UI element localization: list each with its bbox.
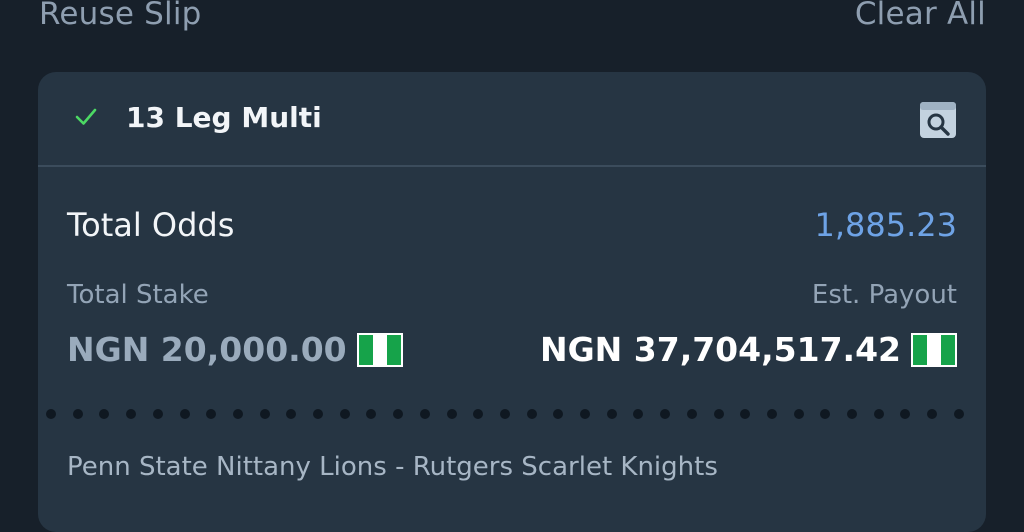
divider-dot (766, 409, 777, 419)
total-odds-label: Total Odds (67, 206, 235, 244)
check-icon (75, 108, 97, 125)
divider-dot (526, 409, 537, 419)
dotted-divider (38, 406, 986, 420)
divider-dot (633, 409, 644, 419)
divider-dot (313, 409, 323, 419)
est-payout-amount: NGN 37,704,517.42 (540, 330, 957, 369)
divider-dot (339, 409, 350, 419)
slip-header: 13 Leg Multi (38, 72, 986, 167)
divider-dot (553, 409, 564, 419)
leg-event-name: Penn State Nittany Lions - Rutgers Scarl… (67, 452, 718, 482)
divider-dot (847, 409, 857, 419)
divider-dot (873, 409, 884, 419)
divider-dot (46, 409, 56, 419)
divider-dot (499, 409, 510, 419)
divider-dot (927, 409, 938, 419)
divider-dot (713, 409, 724, 419)
est-payout-label: Est. Payout (811, 280, 957, 310)
bet-slip-card: 13 Leg Multi Total Odds 1,885.23 Total S… (38, 72, 986, 532)
top-bar: Reuse Slip Clear All (0, 0, 1024, 40)
divider-dot (419, 409, 430, 419)
total-odds-value: 1,885.23 (814, 206, 958, 244)
divider-dot (686, 409, 697, 419)
nigeria-flag-icon (911, 332, 957, 367)
divider-dot (152, 409, 163, 419)
divider-dot (740, 409, 751, 419)
divider-dot (580, 409, 590, 419)
divider-dot (446, 409, 457, 419)
divider-dot (286, 409, 297, 419)
divider-dot (99, 409, 110, 419)
slip-title: 13 Leg Multi (126, 101, 322, 134)
divider-dot (953, 409, 964, 419)
divider-dot (820, 409, 831, 419)
divider-dot (473, 409, 484, 419)
total-stake-value: NGN 20,000.00 (67, 330, 347, 369)
total-stake-amount: NGN 20,000.00 (67, 330, 403, 369)
nigeria-flag-icon (356, 332, 403, 367)
divider-dot (259, 409, 270, 419)
divider-dot (793, 409, 804, 419)
divider-dot (606, 409, 617, 419)
divider-dot (900, 409, 911, 419)
divider-dot (393, 409, 404, 419)
divider-dot (126, 409, 137, 419)
divider-dot (206, 409, 217, 419)
receipt-search-icon[interactable] (919, 101, 957, 139)
reuse-slip-button[interactable]: Reuse Slip (39, 0, 202, 32)
divider-dot (72, 409, 83, 419)
divider-dot (660, 409, 671, 419)
divider-dot (232, 409, 243, 419)
clear-all-button[interactable]: Clear All (855, 0, 986, 32)
total-stake-label: Total Stake (67, 280, 209, 310)
divider-dot (366, 409, 377, 419)
est-payout-value: NGN 37,704,517.42 (539, 330, 901, 369)
divider-dot (179, 409, 190, 419)
